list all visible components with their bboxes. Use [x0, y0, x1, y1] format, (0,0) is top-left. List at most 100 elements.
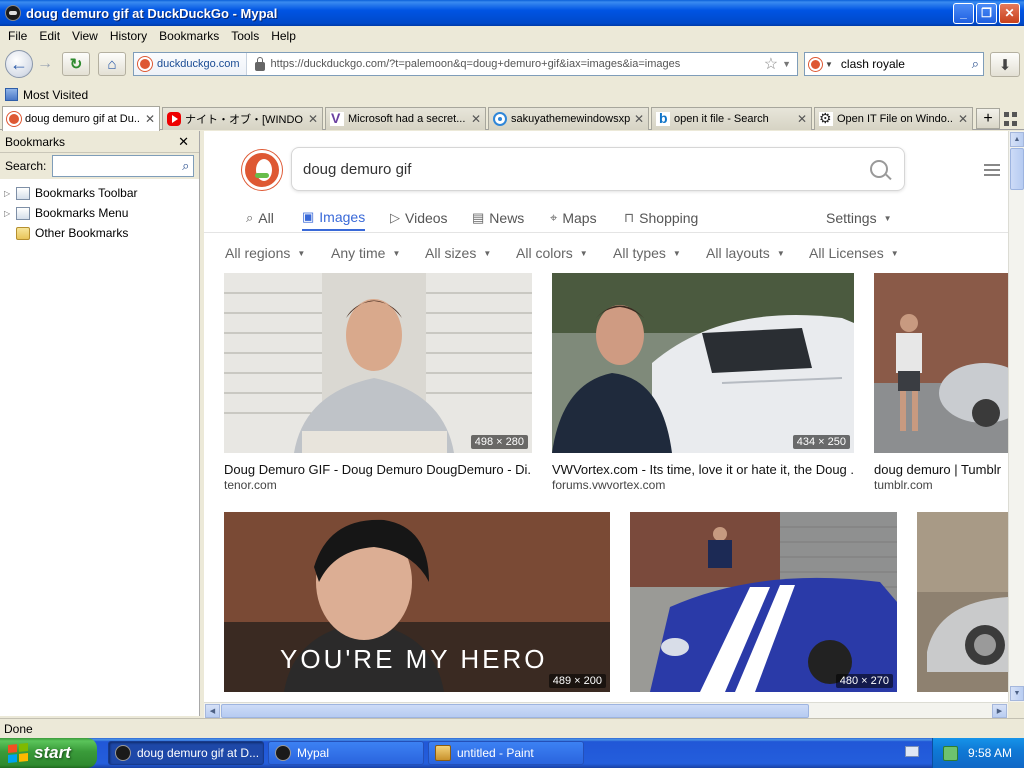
most-visited-bookmark[interactable]: Most Visited [23, 88, 88, 102]
filter-layouts[interactable]: All layouts ▼ [706, 245, 785, 261]
back-button[interactable]: ← [5, 50, 33, 78]
tab-videos[interactable]: ▷ Videos [390, 205, 448, 231]
tab-close-icon[interactable]: ✕ [145, 112, 155, 126]
tab-label: open it file - Search [674, 113, 769, 125]
url-bar[interactable]: duckduckgo.com https://duckduckgo.com/?t… [133, 52, 798, 76]
chevron-down-icon[interactable]: ▼ [825, 60, 833, 69]
site-identity[interactable]: duckduckgo.com [134, 53, 247, 75]
clock[interactable]: 9:58 AM [968, 746, 1012, 760]
image-result-thumbnail[interactable]: YOU'RE MY HERO 489 × 200 [224, 512, 610, 692]
sidebar-item-bookmarks-toolbar[interactable]: ▷ Bookmarks Toolbar [0, 183, 199, 203]
search-icon[interactable]: ⌕ [972, 56, 979, 72]
tab-maps[interactable]: ⌖ Maps [550, 205, 597, 231]
duckduckgo-logo-icon[interactable] [242, 150, 282, 190]
result-source[interactable]: tumblr.com [874, 478, 933, 492]
taskbar-item-label: Mypal [297, 746, 330, 760]
result-title[interactable]: VWVortex.com - Its time, love it or hate… [552, 462, 854, 477]
url-dropdown-icon[interactable]: ▼ [782, 59, 791, 69]
tab-shopping[interactable]: ⊓ Shopping [624, 205, 698, 231]
tab-youtube[interactable]: ナイト・オブ・[WINDO... ✕ [162, 107, 323, 130]
image-result-thumbnail[interactable] [874, 273, 1008, 453]
expand-icon[interactable]: ▷ [4, 209, 12, 218]
lock-icon[interactable] [254, 56, 265, 71]
tab-sakuya-theme[interactable]: sakuyathemewindowsxp ✕ [488, 107, 649, 130]
scroll-right-icon[interactable]: ▶ [992, 704, 1007, 718]
sidebar-item-other-bookmarks[interactable]: Other Bookmarks [0, 223, 199, 243]
home-button[interactable]: ⌂ [98, 52, 126, 76]
result-title[interactable]: doug demuro | Tumblr [874, 462, 1008, 477]
result-title[interactable]: Doug Demuro GIF - Doug Demuro DougDemuro… [224, 462, 532, 477]
folder-icon [16, 226, 30, 240]
filter-colors[interactable]: All colors ▼ [516, 245, 588, 261]
ddg-search-input[interactable]: doug demuro gif [303, 161, 870, 178]
menu-view[interactable]: View [66, 29, 104, 43]
keyboard-icon[interactable] [905, 746, 919, 757]
vertical-scrollbar[interactable]: ▲ ▼ [1008, 131, 1024, 702]
filter-label: Any time [331, 245, 386, 261]
image-result-thumbnail[interactable]: 498 × 280 [224, 273, 532, 453]
tab-list-icon[interactable] [1004, 112, 1020, 126]
tab-close-icon[interactable]: ✕ [797, 112, 807, 126]
tab-close-icon[interactable]: ✕ [308, 112, 318, 126]
tab-news[interactable]: ▤ News [472, 205, 524, 231]
bookmark-star-icon[interactable]: ☆ [764, 54, 778, 74]
taskbar-item-mypal[interactable]: Mypal [268, 741, 424, 765]
url-text[interactable]: https://duckduckgo.com/?t=palemoon&q=dou… [271, 58, 764, 70]
tab-close-icon[interactable]: ✕ [634, 112, 644, 126]
tab-close-icon[interactable]: ✕ [958, 112, 968, 126]
result-source[interactable]: tenor.com [224, 478, 277, 492]
start-button[interactable]: start [0, 738, 97, 768]
filter-licenses[interactable]: All Licenses ▼ [809, 245, 899, 261]
window-titlebar[interactable]: doug demuro gif at DuckDuckGo - Mypal _ … [0, 0, 1024, 26]
expand-icon[interactable]: ▷ [4, 189, 12, 198]
reload-button[interactable]: ↻ [62, 52, 90, 76]
horizontal-scrollbar[interactable]: ◀ ▶ [204, 702, 1008, 718]
menu-history[interactable]: History [104, 29, 153, 43]
tab-close-icon[interactable]: ✕ [471, 112, 481, 126]
sidebar-search-input[interactable]: ⌕ [52, 155, 195, 177]
filter-time[interactable]: Any time ▼ [331, 245, 400, 261]
maximize-button[interactable]: ❐ [976, 2, 997, 24]
search-engine-icon[interactable] [809, 57, 822, 71]
downloads-button[interactable]: ⬇ [990, 52, 1020, 77]
search-icon[interactable]: ⌕ [182, 158, 189, 174]
tab-images[interactable]: ▣ Images [302, 205, 366, 231]
image-result-thumbnail[interactable]: 434 × 250 [552, 273, 854, 453]
scroll-left-icon[interactable]: ◀ [205, 704, 220, 718]
ddg-search-box[interactable]: doug demuro gif [291, 147, 905, 191]
tray-app-icon[interactable] [943, 745, 958, 761]
browser-search-bar[interactable]: ▼ clash royale ⌕ [804, 52, 984, 76]
taskbar-item-paint[interactable]: untitled - Paint [428, 741, 584, 765]
sidebar-close-icon[interactable]: ✕ [178, 134, 189, 150]
image-result-thumbnail[interactable] [917, 512, 1008, 692]
tab-doug-demuro[interactable]: doug demuro gif at Du... ✕ [2, 106, 160, 131]
hamburger-menu-icon[interactable] [984, 164, 1000, 176]
settings-dropdown[interactable]: Settings ▼ [826, 205, 892, 231]
tab-open-it-file-windows[interactable]: Open IT File on Windo... ✕ [814, 107, 973, 130]
search-input[interactable]: clash royale [841, 57, 972, 71]
sidebar-item-bookmarks-menu[interactable]: ▷ Bookmarks Menu [0, 203, 199, 223]
tab-all[interactable]: ⌕ All [246, 205, 274, 231]
taskbar-item-browser[interactable]: doug demuro gif at D... [108, 741, 264, 765]
menu-edit[interactable]: Edit [33, 29, 66, 43]
scroll-up-icon[interactable]: ▲ [1010, 132, 1024, 147]
result-source[interactable]: forums.vwvortex.com [552, 478, 665, 492]
menu-help[interactable]: Help [265, 29, 302, 43]
tab-open-it-file-search[interactable]: open it file - Search ✕ [651, 107, 812, 130]
filter-regions[interactable]: All regions ▼ [225, 245, 305, 261]
menu-bookmarks[interactable]: Bookmarks [153, 29, 225, 43]
new-tab-button[interactable]: + [976, 108, 1000, 129]
search-icon[interactable] [870, 160, 888, 178]
filter-sizes[interactable]: All sizes ▼ [425, 245, 491, 261]
menu-file[interactable]: File [2, 29, 33, 43]
tab-microsoft-secret[interactable]: Microsoft had a secret... ✕ [325, 107, 486, 130]
scroll-thumb[interactable] [1010, 148, 1024, 190]
scroll-down-icon[interactable]: ▼ [1010, 686, 1024, 701]
menu-tools[interactable]: Tools [225, 29, 265, 43]
scroll-thumb[interactable] [221, 704, 809, 718]
image-result-thumbnail[interactable]: 480 × 270 [630, 512, 897, 692]
close-button[interactable]: ✕ [999, 2, 1020, 24]
forward-button[interactable]: → [35, 55, 55, 73]
minimize-button[interactable]: _ [953, 2, 974, 24]
filter-types[interactable]: All types ▼ [613, 245, 681, 261]
